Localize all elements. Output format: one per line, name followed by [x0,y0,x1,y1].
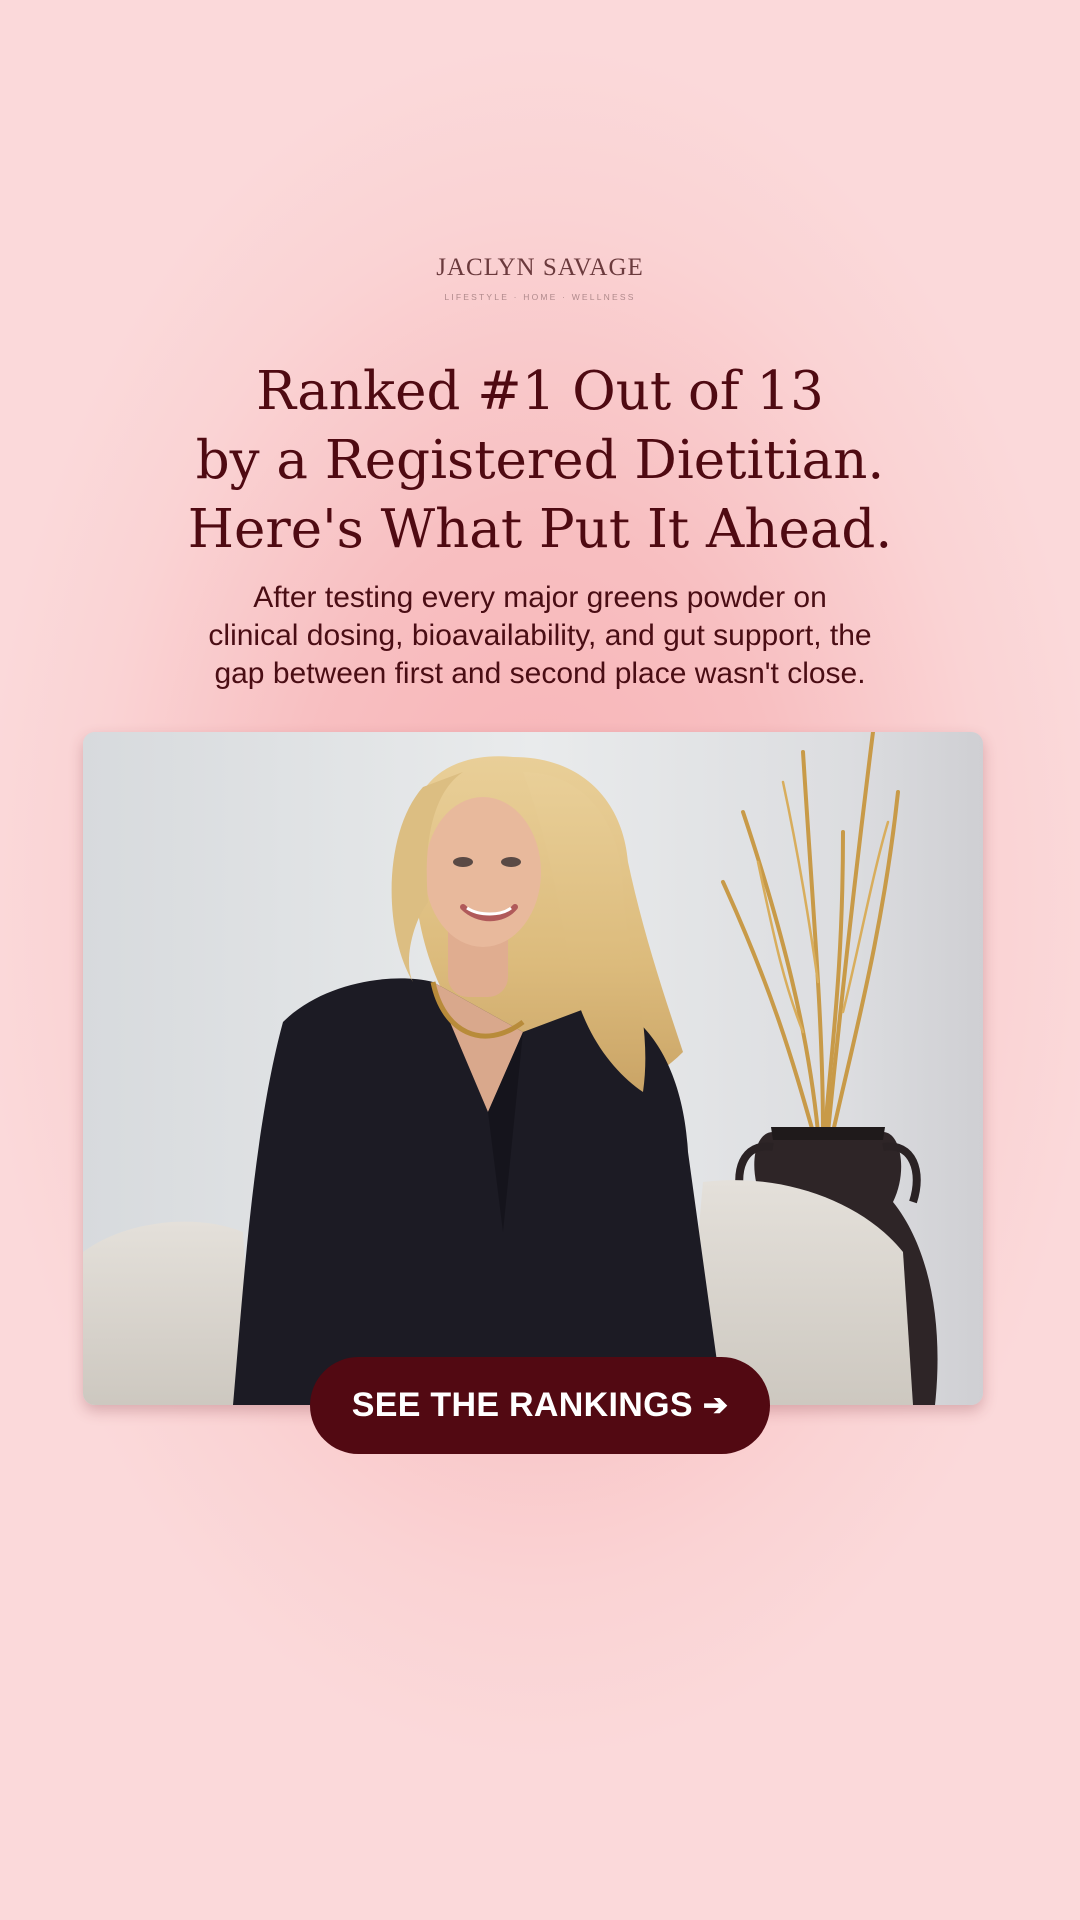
arrow-right-icon: ➔ [702,1389,729,1422]
brand-tagline: LIFESTYLE · HOME · WELLNESS [444,292,636,302]
brand-logo: JACLYN SAVAGE LIFESTYLE · HOME · WELLNES… [0,254,1080,302]
headline: Ranked #1 Out of 13 by a Registered Diet… [0,357,1080,564]
headline-line: by a Registered Dietitian. [195,430,885,491]
cta-label: SEE THE RANKINGS [351,1386,693,1424]
headline-line: Ranked #1 Out of 13 [256,361,824,422]
subheadline-line: clinical dosing, bioavailability, and gu… [208,619,872,652]
brand-name: JACLYN SAVAGE [436,254,644,281]
subheadline-line: gap between first and second place wasn'… [214,657,866,690]
hero-photo [83,732,983,1405]
see-rankings-button[interactable]: SEE THE RANKINGS ➔ [310,1357,770,1454]
headline-line: Here's What Put It Ahead. [187,499,893,560]
subheadline: After testing every major greens powder … [0,579,1080,693]
subheadline-line: After testing every major greens powder … [253,581,827,614]
